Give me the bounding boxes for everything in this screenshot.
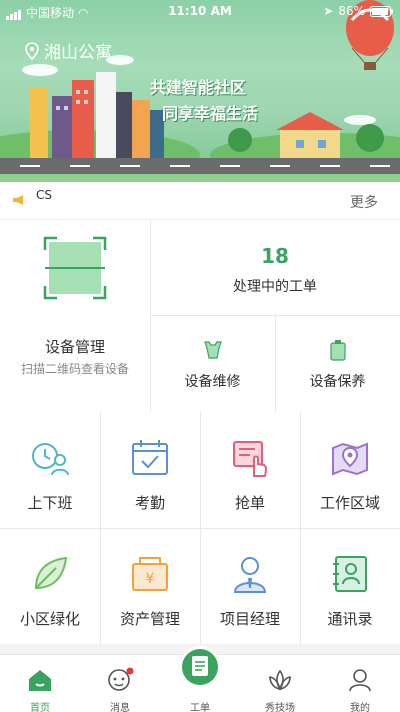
grid-item-contacts[interactable]: 通讯录 (300, 528, 400, 644)
device-repair-label: 设备维修 (184, 374, 241, 390)
location-selector[interactable]: 湘山公寓 (24, 38, 112, 63)
profile-icon (349, 669, 371, 692)
grid-label: 上下班 (27, 494, 73, 512)
leaf-icon (34, 556, 68, 590)
slogan-line2: 同享幸福生活 (162, 104, 259, 123)
manager-icon (233, 557, 267, 593)
feature-grid: 上下班 考勤 抢单 工作区域 小区绿化 ¥ 资产管理 项目经理 通讯录 (0, 412, 400, 644)
grid-label: 工作区域 (319, 494, 380, 512)
app-root: 湘山公寓 共建智能社区 同享幸福生活 中国移动 ◠ 11:10 AM ➤ 86% (0, 0, 400, 712)
grid-label: 项目经理 (219, 610, 280, 628)
grid-item-greening[interactable]: 小区绿化 (0, 528, 100, 644)
wrench-icon (204, 341, 222, 359)
grid-label: 资产管理 (119, 610, 180, 628)
tab-home[interactable]: 首页 (0, 655, 80, 712)
grid-item-work-area[interactable]: 工作区域 (300, 412, 400, 528)
message-icon (108, 667, 134, 691)
grab-order-icon (233, 441, 268, 477)
notice-more-link[interactable]: 更多 (350, 192, 378, 212)
device-work-panel: 设备管理 扫描二维码查看设备 18 处理中的工单 设备维修 设备保养 (0, 220, 400, 412)
maintenance-icon (330, 340, 346, 361)
grid-item-commute[interactable]: 上下班 (0, 412, 100, 528)
status-bar: 中国移动 ◠ 11:10 AM ➤ 86% (0, 0, 400, 22)
grid-item-grab-order[interactable]: 抢单 (200, 412, 300, 528)
tab-label: 秀技场 (265, 703, 295, 712)
grid-item-attendance[interactable]: 考勤 (100, 412, 200, 528)
home-icon (29, 670, 51, 691)
work-order-label: 处理中的工单 (233, 279, 317, 295)
banner: 湘山公寓 共建智能社区 同享幸福生活 (0, 0, 400, 182)
location-pin-icon (25, 41, 39, 60)
battery-percent: 86% (338, 4, 365, 18)
banner-slogan: 共建智能社区 同享幸福生活 (150, 74, 258, 124)
device-subtitle: 扫描二维码查看设备 (20, 362, 129, 376)
tab-label: 消息 (110, 703, 130, 712)
device-maintain-button[interactable]: 设备保养 (275, 315, 400, 412)
svg-text:¥: ¥ (146, 571, 155, 587)
contacts-icon (333, 556, 367, 592)
tab-label: 首页 (30, 703, 50, 712)
grid-item-assets[interactable]: ¥ 资产管理 (100, 528, 200, 644)
tab-showcase[interactable]: 秀技场 (240, 655, 320, 712)
work-order-icon (179, 646, 221, 688)
grid-label: 通讯录 (327, 610, 373, 628)
tab-profile[interactable]: 我的 (320, 655, 400, 712)
asset-yuan-icon: ¥ (132, 557, 168, 591)
battery-icon (370, 5, 393, 17)
megaphone-icon (13, 195, 23, 205)
tab-messages[interactable]: 消息 (80, 655, 160, 712)
device-repair-button[interactable]: 设备维修 (150, 315, 275, 412)
grid-item-manager[interactable]: 项目经理 (200, 528, 300, 644)
work-order-count: 18 (261, 244, 289, 268)
clock-person-icon (32, 443, 69, 476)
tab-label: 我的 (350, 703, 370, 712)
device-title: 设备管理 (44, 338, 105, 356)
tab-work-orders[interactable]: 工单 (160, 646, 240, 712)
qr-scan-icon (43, 236, 107, 300)
device-management-button[interactable]: 设备管理 扫描二维码查看设备 (0, 220, 150, 412)
calendar-check-icon (132, 440, 168, 475)
slogan-line1: 共建智能社区 (150, 78, 247, 97)
grid-label: 考勤 (134, 494, 165, 512)
notice-bar[interactable]: CS 更多 (0, 182, 400, 220)
map-pin-icon (332, 442, 368, 476)
lotus-icon (269, 669, 291, 691)
notice-text: CS (36, 188, 52, 202)
tab-label: 工单 (190, 703, 210, 712)
grid-label: 小区绿化 (19, 610, 80, 628)
tab-bar: 首页 消息 工单 秀技场 我的 (0, 646, 400, 712)
grid-label: 抢单 (234, 494, 265, 512)
location-arrow-icon: ➤ (323, 4, 334, 18)
work-order-summary[interactable]: 18 处理中的工单 (150, 220, 400, 315)
device-maintain-label: 设备保养 (309, 374, 366, 390)
location-name: 湘山公寓 (44, 43, 112, 63)
